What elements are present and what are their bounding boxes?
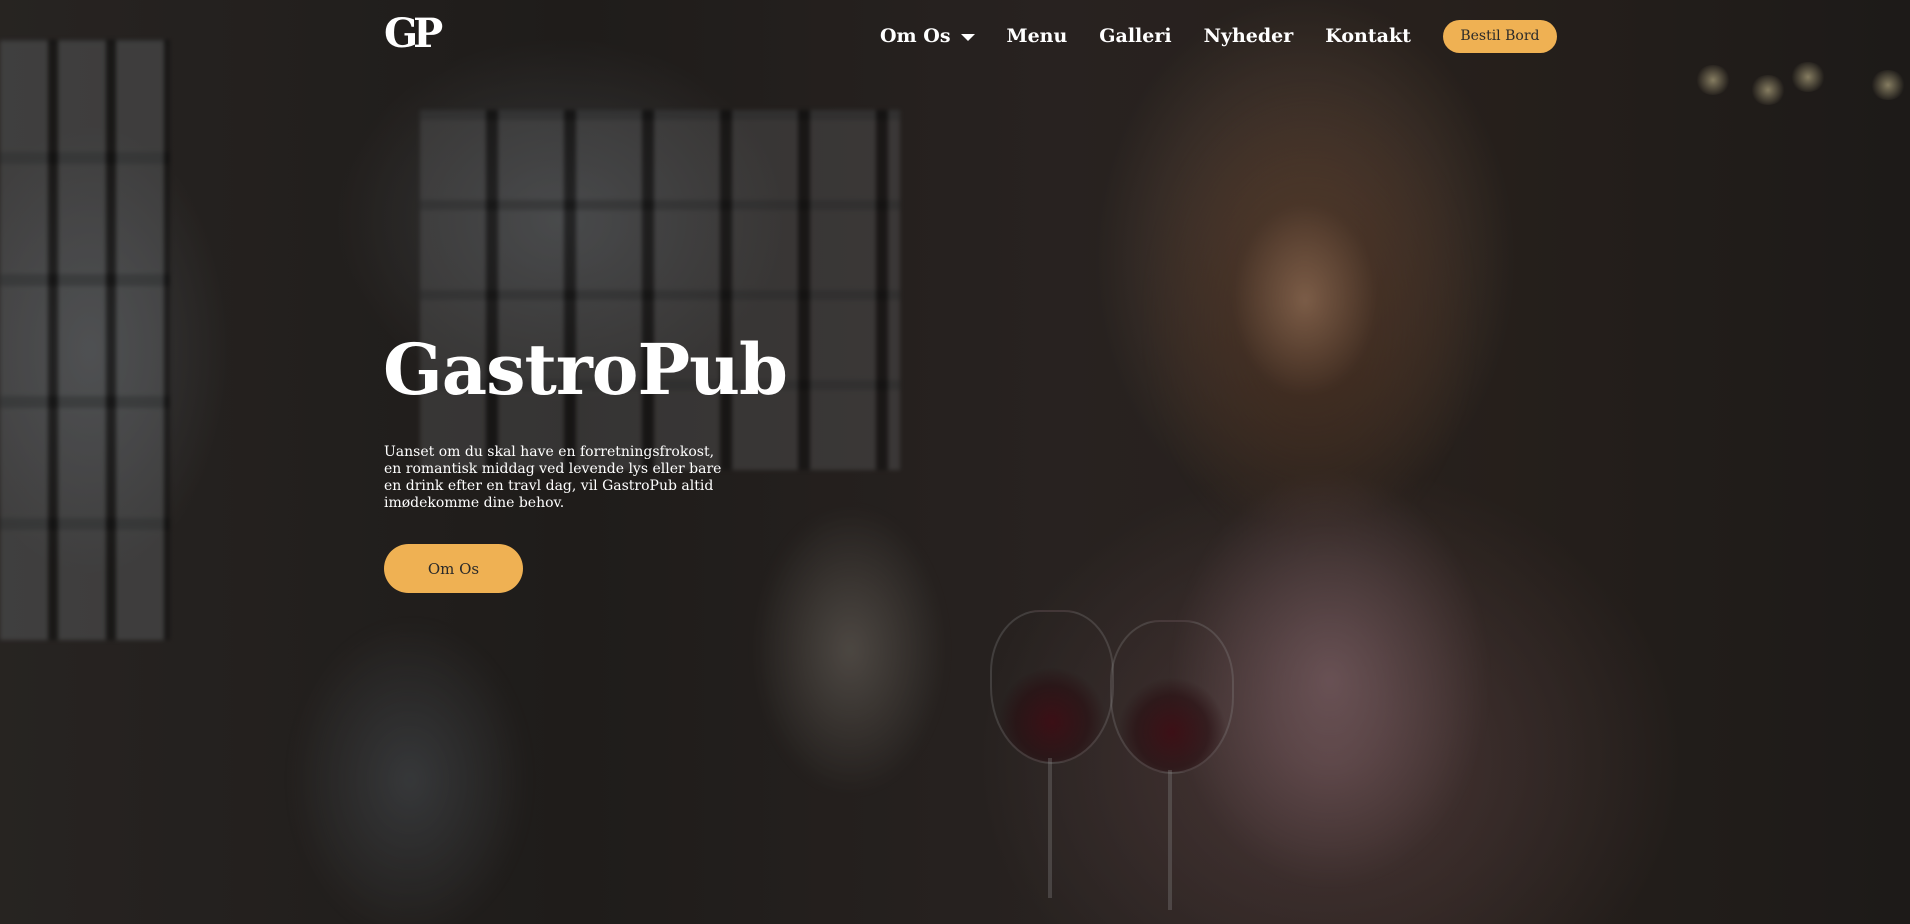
nav-item-label: Om Os bbox=[880, 25, 951, 47]
nav-item-nyheder[interactable]: Nyheder bbox=[1204, 25, 1294, 47]
hero-title: GastroPub bbox=[383, 328, 788, 411]
nav-item-om-os[interactable]: Om Os bbox=[880, 25, 975, 47]
nav-item-menu[interactable]: Menu bbox=[1007, 25, 1068, 47]
main-nav: Om Os Menu Galleri Nyheder Kontakt Besti… bbox=[880, 19, 1557, 53]
dark-overlay bbox=[0, 0, 1910, 924]
about-us-button[interactable]: Om Os bbox=[384, 544, 523, 593]
nav-item-galleri[interactable]: Galleri bbox=[1099, 25, 1171, 47]
nav-item-kontakt[interactable]: Kontakt bbox=[1325, 25, 1411, 47]
hero-description: Uanset om du skal have en forretningsfro… bbox=[384, 444, 722, 511]
book-table-button[interactable]: Bestil Bord bbox=[1442, 19, 1557, 53]
hero-section: GP Om Os Menu Galleri Nyheder Kontakt Be… bbox=[0, 0, 1910, 924]
logo[interactable]: GP bbox=[384, 12, 443, 56]
chevron-down-icon[interactable] bbox=[960, 33, 975, 41]
